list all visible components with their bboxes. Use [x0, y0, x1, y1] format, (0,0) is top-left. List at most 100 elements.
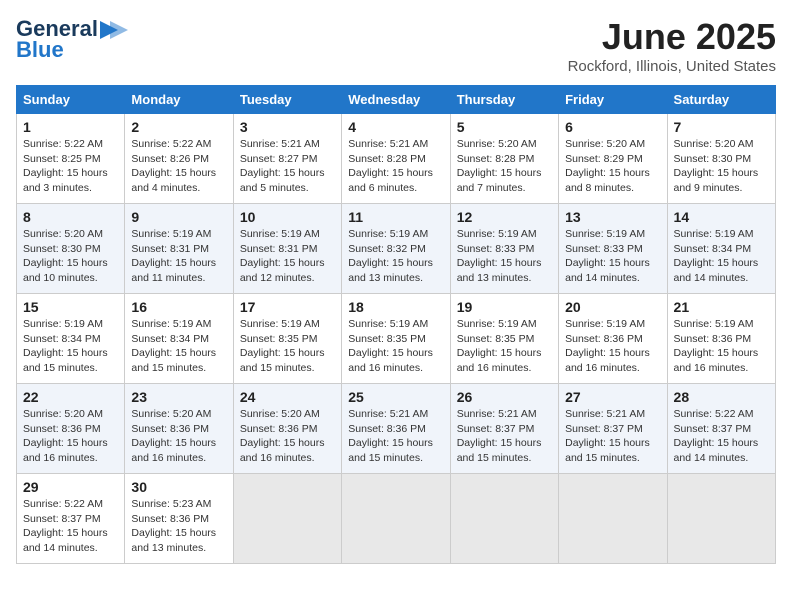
day-info: Sunrise: 5:19 AMSunset: 8:33 PMDaylight:…: [565, 228, 650, 284]
calendar-cell: 15 Sunrise: 5:19 AMSunset: 8:34 PMDaylig…: [17, 294, 125, 384]
logo: General Blue: [16, 16, 130, 63]
day-number: 23: [131, 389, 226, 405]
day-number: 6: [565, 119, 660, 135]
day-number: 14: [674, 209, 769, 225]
day-info: Sunrise: 5:20 AMSunset: 8:30 PMDaylight:…: [674, 138, 759, 194]
day-info: Sunrise: 5:19 AMSunset: 8:34 PMDaylight:…: [131, 318, 216, 374]
calendar-cell: 17 Sunrise: 5:19 AMSunset: 8:35 PMDaylig…: [233, 294, 341, 384]
day-number: 22: [23, 389, 118, 405]
day-info: Sunrise: 5:20 AMSunset: 8:36 PMDaylight:…: [23, 408, 108, 464]
day-number: 7: [674, 119, 769, 135]
day-info: Sunrise: 5:22 AMSunset: 8:26 PMDaylight:…: [131, 138, 216, 194]
calendar-cell: 5 Sunrise: 5:20 AMSunset: 8:28 PMDayligh…: [450, 114, 558, 204]
header-wednesday: Wednesday: [342, 86, 450, 114]
day-number: 29: [23, 479, 118, 495]
calendar-cell: 27 Sunrise: 5:21 AMSunset: 8:37 PMDaylig…: [559, 384, 667, 474]
day-info: Sunrise: 5:19 AMSunset: 8:31 PMDaylight:…: [240, 228, 325, 284]
day-number: 8: [23, 209, 118, 225]
calendar-cell: [342, 474, 450, 564]
day-info: Sunrise: 5:21 AMSunset: 8:37 PMDaylight:…: [457, 408, 542, 464]
calendar-cell: 21 Sunrise: 5:19 AMSunset: 8:36 PMDaylig…: [667, 294, 775, 384]
day-info: Sunrise: 5:21 AMSunset: 8:37 PMDaylight:…: [565, 408, 650, 464]
day-number: 21: [674, 299, 769, 315]
day-info: Sunrise: 5:19 AMSunset: 8:35 PMDaylight:…: [457, 318, 542, 374]
header-saturday: Saturday: [667, 86, 775, 114]
day-number: 20: [565, 299, 660, 315]
day-number: 18: [348, 299, 443, 315]
calendar-week-row: 29 Sunrise: 5:22 AMSunset: 8:37 PMDaylig…: [17, 474, 776, 564]
calendar-week-row: 8 Sunrise: 5:20 AMSunset: 8:30 PMDayligh…: [17, 204, 776, 294]
day-number: 17: [240, 299, 335, 315]
day-info: Sunrise: 5:19 AMSunset: 8:34 PMDaylight:…: [674, 228, 759, 284]
calendar-cell: 29 Sunrise: 5:22 AMSunset: 8:37 PMDaylig…: [17, 474, 125, 564]
calendar-cell: 13 Sunrise: 5:19 AMSunset: 8:33 PMDaylig…: [559, 204, 667, 294]
day-number: 1: [23, 119, 118, 135]
day-number: 30: [131, 479, 226, 495]
day-number: 13: [565, 209, 660, 225]
day-info: Sunrise: 5:21 AMSunset: 8:27 PMDaylight:…: [240, 138, 325, 194]
day-info: Sunrise: 5:22 AMSunset: 8:25 PMDaylight:…: [23, 138, 108, 194]
day-info: Sunrise: 5:20 AMSunset: 8:36 PMDaylight:…: [240, 408, 325, 464]
month-year-title: June 2025: [568, 16, 776, 58]
calendar-cell: 4 Sunrise: 5:21 AMSunset: 8:28 PMDayligh…: [342, 114, 450, 204]
location-subtitle: Rockford, Illinois, United States: [568, 58, 776, 75]
day-info: Sunrise: 5:19 AMSunset: 8:31 PMDaylight:…: [131, 228, 216, 284]
day-number: 15: [23, 299, 118, 315]
logo-blue-text: Blue: [16, 37, 64, 63]
day-info: Sunrise: 5:21 AMSunset: 8:28 PMDaylight:…: [348, 138, 433, 194]
calendar-cell: [233, 474, 341, 564]
day-info: Sunrise: 5:20 AMSunset: 8:28 PMDaylight:…: [457, 138, 542, 194]
calendar-cell: 7 Sunrise: 5:20 AMSunset: 8:30 PMDayligh…: [667, 114, 775, 204]
calendar-cell: 8 Sunrise: 5:20 AMSunset: 8:30 PMDayligh…: [17, 204, 125, 294]
day-number: 9: [131, 209, 226, 225]
calendar-cell: [667, 474, 775, 564]
calendar-cell: 26 Sunrise: 5:21 AMSunset: 8:37 PMDaylig…: [450, 384, 558, 474]
calendar-cell: 18 Sunrise: 5:19 AMSunset: 8:35 PMDaylig…: [342, 294, 450, 384]
day-info: Sunrise: 5:21 AMSunset: 8:36 PMDaylight:…: [348, 408, 433, 464]
day-number: 26: [457, 389, 552, 405]
day-number: 11: [348, 209, 443, 225]
calendar-cell: 30 Sunrise: 5:23 AMSunset: 8:36 PMDaylig…: [125, 474, 233, 564]
day-info: Sunrise: 5:19 AMSunset: 8:36 PMDaylight:…: [565, 318, 650, 374]
calendar-cell: 25 Sunrise: 5:21 AMSunset: 8:36 PMDaylig…: [342, 384, 450, 474]
day-info: Sunrise: 5:19 AMSunset: 8:35 PMDaylight:…: [240, 318, 325, 374]
calendar-cell: 3 Sunrise: 5:21 AMSunset: 8:27 PMDayligh…: [233, 114, 341, 204]
day-info: Sunrise: 5:19 AMSunset: 8:35 PMDaylight:…: [348, 318, 433, 374]
day-number: 28: [674, 389, 769, 405]
calendar-cell: 12 Sunrise: 5:19 AMSunset: 8:33 PMDaylig…: [450, 204, 558, 294]
header-thursday: Thursday: [450, 86, 558, 114]
calendar-cell: [559, 474, 667, 564]
calendar-cell: 11 Sunrise: 5:19 AMSunset: 8:32 PMDaylig…: [342, 204, 450, 294]
calendar-week-row: 15 Sunrise: 5:19 AMSunset: 8:34 PMDaylig…: [17, 294, 776, 384]
day-info: Sunrise: 5:20 AMSunset: 8:36 PMDaylight:…: [131, 408, 216, 464]
calendar-header-row: SundayMondayTuesdayWednesdayThursdayFrid…: [17, 86, 776, 114]
day-info: Sunrise: 5:19 AMSunset: 8:36 PMDaylight:…: [674, 318, 759, 374]
calendar-table: SundayMondayTuesdayWednesdayThursdayFrid…: [16, 85, 776, 564]
day-number: 3: [240, 119, 335, 135]
header-tuesday: Tuesday: [233, 86, 341, 114]
calendar-week-row: 1 Sunrise: 5:22 AMSunset: 8:25 PMDayligh…: [17, 114, 776, 204]
calendar-cell: [450, 474, 558, 564]
day-info: Sunrise: 5:20 AMSunset: 8:30 PMDaylight:…: [23, 228, 108, 284]
calendar-cell: 28 Sunrise: 5:22 AMSunset: 8:37 PMDaylig…: [667, 384, 775, 474]
day-number: 2: [131, 119, 226, 135]
page-header: General Blue June 2025 Rockford, Illinoi…: [16, 16, 776, 75]
day-number: 25: [348, 389, 443, 405]
day-number: 12: [457, 209, 552, 225]
day-number: 27: [565, 389, 660, 405]
calendar-cell: 19 Sunrise: 5:19 AMSunset: 8:35 PMDaylig…: [450, 294, 558, 384]
day-info: Sunrise: 5:19 AMSunset: 8:33 PMDaylight:…: [457, 228, 542, 284]
calendar-cell: 2 Sunrise: 5:22 AMSunset: 8:26 PMDayligh…: [125, 114, 233, 204]
calendar-cell: 20 Sunrise: 5:19 AMSunset: 8:36 PMDaylig…: [559, 294, 667, 384]
day-info: Sunrise: 5:22 AMSunset: 8:37 PMDaylight:…: [674, 408, 759, 464]
day-info: Sunrise: 5:19 AMSunset: 8:34 PMDaylight:…: [23, 318, 108, 374]
day-number: 5: [457, 119, 552, 135]
calendar-cell: 9 Sunrise: 5:19 AMSunset: 8:31 PMDayligh…: [125, 204, 233, 294]
logo-arrow-icon: [100, 21, 130, 39]
header-monday: Monday: [125, 86, 233, 114]
header-friday: Friday: [559, 86, 667, 114]
day-info: Sunrise: 5:22 AMSunset: 8:37 PMDaylight:…: [23, 498, 108, 554]
title-section: June 2025 Rockford, Illinois, United Sta…: [568, 16, 776, 75]
day-info: Sunrise: 5:23 AMSunset: 8:36 PMDaylight:…: [131, 498, 216, 554]
calendar-cell: 1 Sunrise: 5:22 AMSunset: 8:25 PMDayligh…: [17, 114, 125, 204]
